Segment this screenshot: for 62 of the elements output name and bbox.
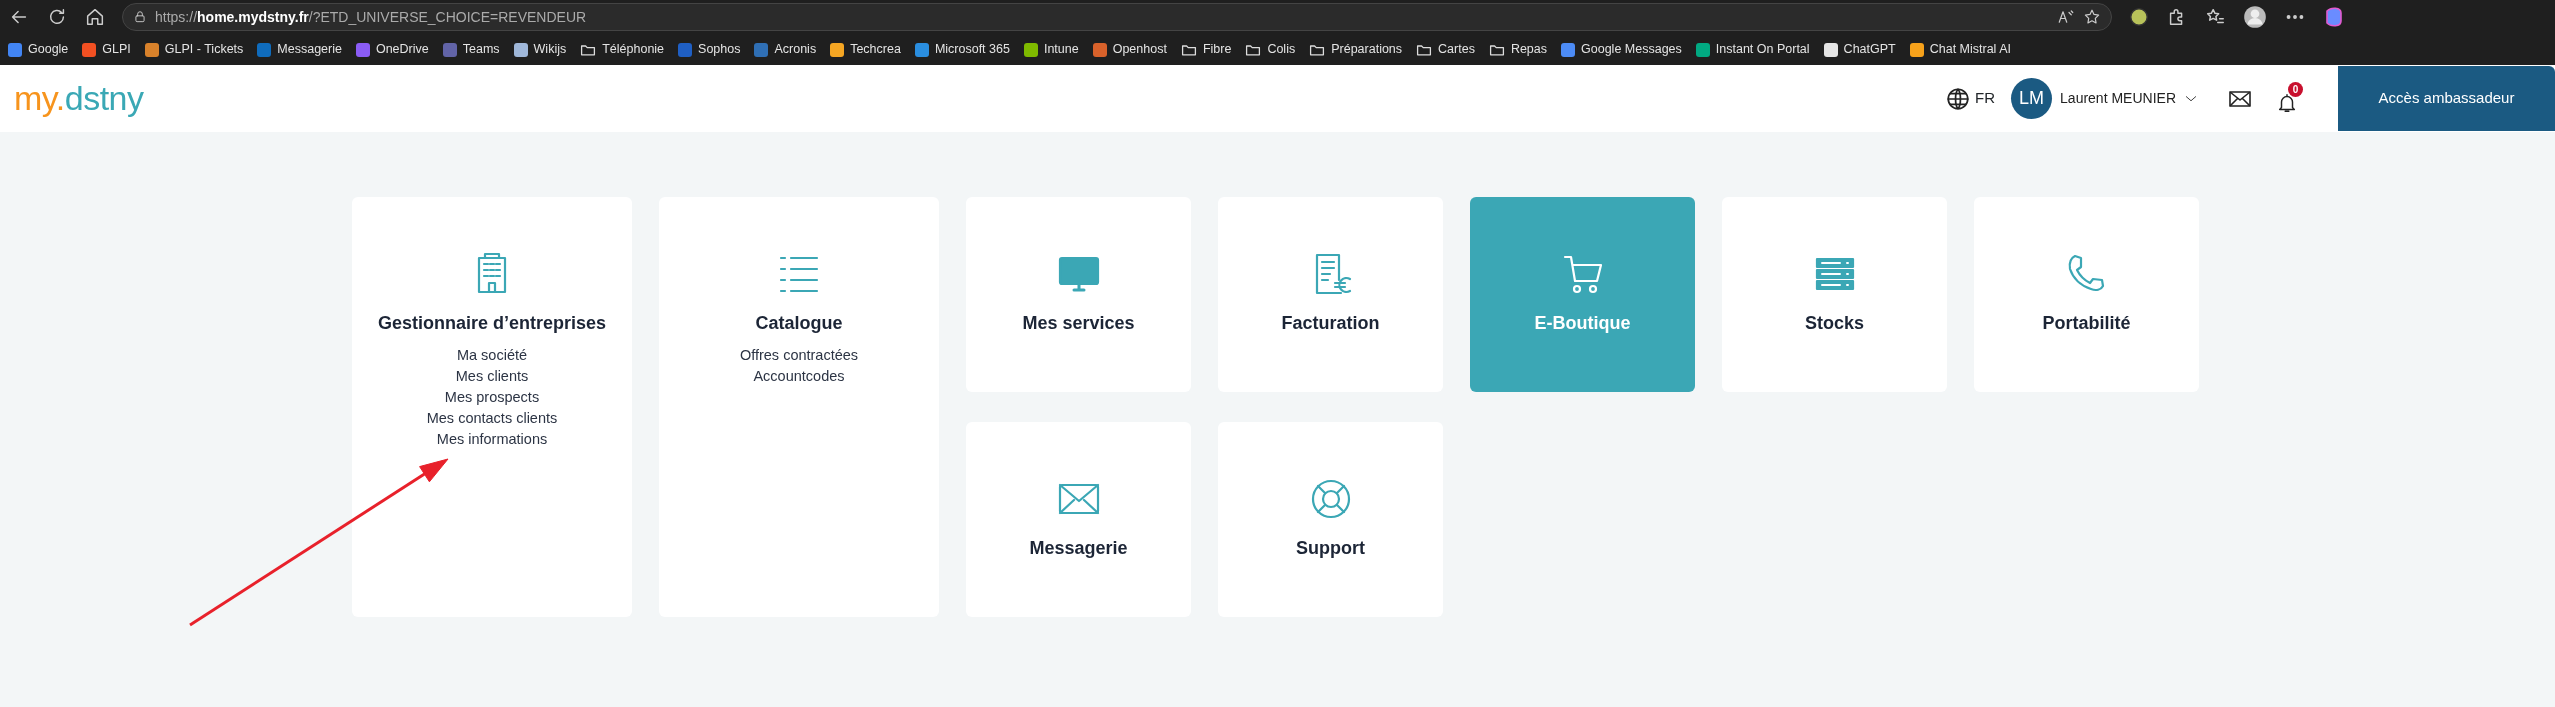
tile-title: Gestionnaire d’entreprises [377,312,607,335]
bookmark[interactable]: Sophos [678,40,741,59]
bookmark[interactable]: Repas [1488,40,1548,59]
bookmark[interactable]: Microsoft 365 [914,40,1010,59]
tile-link[interactable]: Mes informations [436,429,548,450]
bookmark[interactable]: Acronis [754,40,817,59]
bookmark[interactable]: Téléphonie [580,40,665,59]
extension-icon[interactable] [2128,6,2150,28]
bookmark[interactable]: Préparations [1309,40,1403,59]
tile-title: Mes services [1022,312,1135,335]
bookmark[interactable]: Messagerie [257,40,342,59]
bookmark[interactable]: Intune [1023,40,1079,59]
bookmark[interactable]: Chat Mistral AI [1909,40,2011,59]
menu-tile[interactable]: Catalogue Offres contractées Accountcodes [659,197,939,617]
lock-icon [133,10,147,24]
tile-link[interactable]: Ma société [456,345,528,366]
url-text: https://home.mydstny.fr/?ETD_UNIVERSE_CHOICE=REVENDEUR [155,7,588,27]
bookmark[interactable]: Google Messages [1561,40,1682,59]
tile-link[interactable]: Mes clients [455,366,529,387]
bookmark[interactable]: Colis [1245,40,1296,59]
tile-title: Catalogue [755,312,843,335]
menu-tile[interactable]: Mes services [966,197,1191,392]
bookmark[interactable]: Cartes [1416,40,1475,59]
tile-title: Messagerie [1029,537,1128,560]
read-aloud-icon[interactable] [2057,8,2075,26]
menu-tile[interactable]: Stocks [1722,197,1947,392]
bookmark[interactable]: Wikijs [513,40,567,59]
tile-title: Facturation [1281,312,1380,335]
favorite-icon[interactable] [2083,8,2101,26]
bookmark[interactable]: Openhost [1092,40,1167,59]
globe-icon [1945,85,1972,112]
bookmark[interactable]: ChatGPT [1823,40,1896,59]
tile-title: E-Boutique [1534,312,1631,335]
bookmark[interactable]: GLPI - Tickets [144,40,244,59]
bookmark[interactable]: Fibre [1180,40,1232,59]
menu-tile[interactable]: Gestionnaire d’entreprises Ma société Mes clients Mes prospects Mes contacts clients Mes informations [352,197,632,617]
profile-icon[interactable] [2242,4,2268,30]
bookmark[interactable]: Google [8,40,69,59]
user-menu[interactable]: Laurent MEUNIER [2060,88,2198,109]
tile-link[interactable]: Mes prospects [444,387,540,408]
home-icon[interactable] [84,6,106,28]
tile-link[interactable]: Offres contractées [739,345,859,366]
tile-title: Portabilité [2042,312,2131,335]
notification-badge: 0 [2288,82,2303,98]
bookmark[interactable]: GLPI [82,40,131,59]
menu-tile[interactable]: Messagerie [966,422,1191,617]
notifications-button[interactable]: 0 [2276,82,2306,115]
avatar[interactable]: LM [2011,78,2053,119]
address-bar[interactable]: https://home.mydstny.fr/?ETD_UNIVERSE_CHOICE=REVENDEUR [122,3,2112,31]
menu-tile[interactable]: Portabilité [1974,197,2199,392]
tile-title: Stocks [1805,312,1864,335]
bookmark[interactable]: OneDrive [355,40,429,59]
bookmark[interactable]: Techcrea [830,40,901,59]
tile-title: Support [1296,537,1365,560]
menu-tile[interactable]: Support [1218,422,1443,617]
bookmark[interactable]: Instant On Portal [1695,40,1810,59]
ambassador-button[interactable]: Accès ambassadeur [2338,66,2555,131]
language-selector[interactable]: FR [1945,85,1996,112]
menu-tile[interactable]: Facturation [1218,197,1443,392]
tile-link[interactable]: Accountcodes [753,366,845,387]
tile-link[interactable]: Mes contacts clients [426,408,558,429]
bookmark[interactable]: Teams [442,40,500,59]
